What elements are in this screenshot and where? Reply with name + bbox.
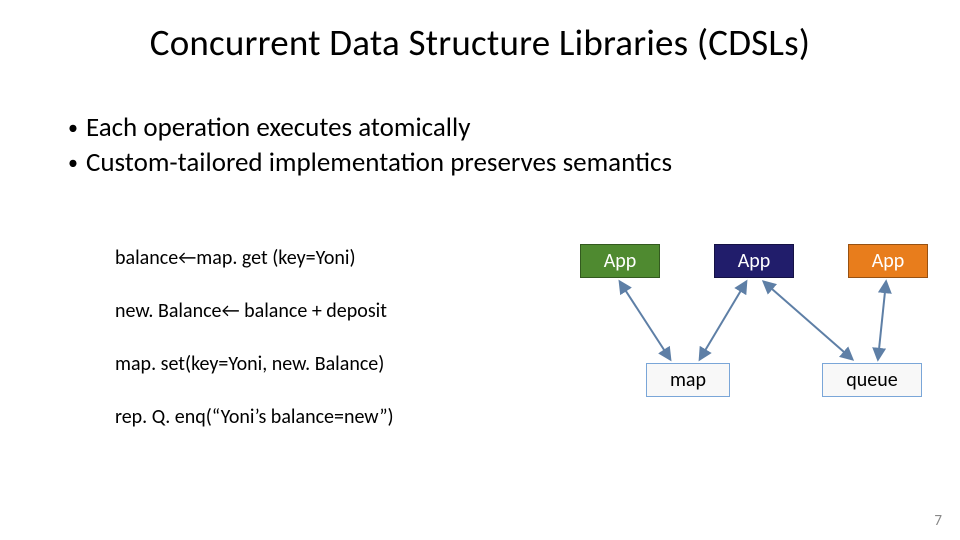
- slide-title: Concurrent Data Structure Libraries (CDS…: [0, 20, 960, 65]
- bullet-item: • Each operation executes atomically: [68, 110, 672, 145]
- code-line: balance←map. get (key=Yoni): [115, 247, 394, 270]
- bullet-dot-icon: •: [68, 115, 78, 141]
- bullet-dot-icon: •: [68, 150, 78, 176]
- bullet-text: Custom-tailored implementation preserves…: [86, 145, 672, 180]
- arrow-app3-queue: [878, 282, 886, 359]
- map-box: map: [646, 363, 730, 397]
- bullet-item: • Custom-tailored implementation preserv…: [68, 145, 672, 180]
- app-box-orange: App: [848, 244, 928, 278]
- arrow-app1-map: [620, 282, 670, 359]
- bullet-list: • Each operation executes atomically • C…: [68, 110, 672, 180]
- slide: Concurrent Data Structure Libraries (CDS…: [0, 0, 960, 540]
- code-block: balance←map. get (key=Yoni) new. Balance…: [115, 247, 394, 459]
- arrow-app2-queue: [764, 282, 852, 359]
- code-line: map. set(key=Yoni, new. Balance): [115, 353, 394, 376]
- page-number: 7: [934, 512, 942, 530]
- app-box-navy: App: [714, 244, 794, 278]
- code-line: rep. Q. enq(“Yoni’s balance=new”): [115, 406, 394, 429]
- code-line: new. Balance← balance + deposit: [115, 300, 394, 323]
- queue-box: queue: [822, 363, 922, 397]
- app-box-green: App: [580, 244, 660, 278]
- bullet-text: Each operation executes atomically: [86, 110, 470, 145]
- arrow-app2-map: [700, 282, 746, 359]
